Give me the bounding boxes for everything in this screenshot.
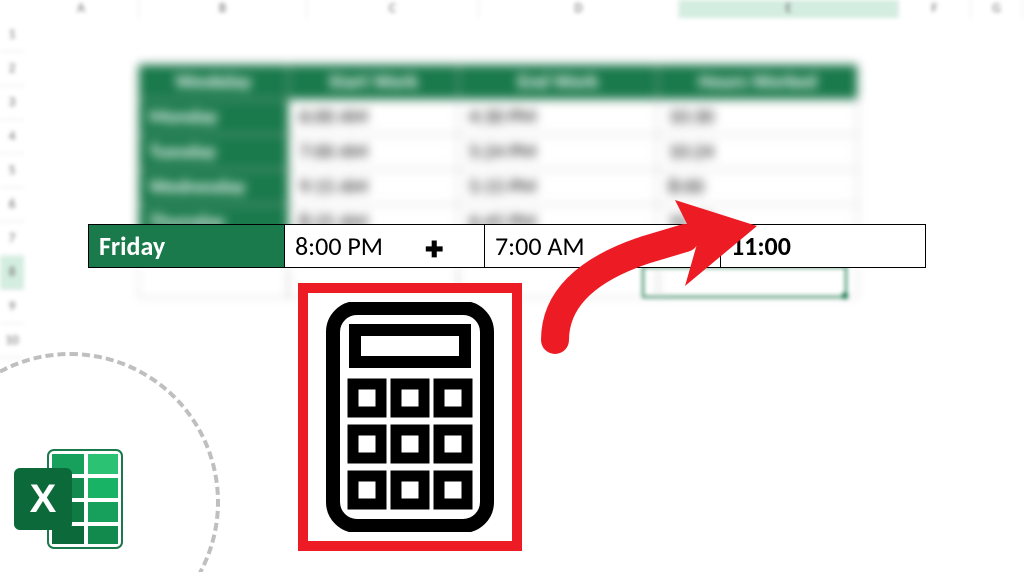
cell-end[interactable]: 5:24 PM <box>458 135 658 170</box>
header-end: End Work <box>458 65 658 100</box>
cell-start-friday-text: 8:00 PM <box>295 230 383 262</box>
arrow-icon <box>525 190 785 370</box>
row-header-9[interactable]: 9 <box>0 290 24 324</box>
table-row[interactable]: Tuesday 7:00 AM 5:24 PM 10:24 <box>139 135 858 170</box>
row-header-column: 1 2 3 4 5 6 7 8 9 10 <box>0 18 24 358</box>
column-header-row: A B C D E F G <box>24 0 1023 18</box>
col-header-a[interactable]: A <box>24 0 139 18</box>
cell-weekday[interactable]: Tuesday <box>139 135 289 170</box>
cell-start-friday[interactable]: 8:00 PM <box>285 225 485 267</box>
row-header-8[interactable]: 8 <box>0 256 24 290</box>
excel-logo-icon: X <box>10 444 130 554</box>
cell-weekday[interactable]: Wednesday <box>139 170 289 205</box>
row-header-1[interactable]: 1 <box>0 18 24 52</box>
header-hours: Hours Worked <box>658 65 858 100</box>
friday-row-focus: Friday 8:00 PM 7:00 AM 11:00 <box>88 224 926 268</box>
cell-start[interactable]: 6:00 AM <box>288 100 458 135</box>
svg-text:X: X <box>30 477 57 521</box>
col-header-g[interactable]: G <box>971 0 1023 18</box>
cell-hours[interactable]: 10:30 <box>658 100 858 135</box>
cell-end[interactable]: 4:30 PM <box>458 100 658 135</box>
calculator-callout <box>298 283 522 551</box>
row-header-7[interactable]: 7 <box>0 222 24 256</box>
row-header-5[interactable]: 5 <box>0 154 24 188</box>
row-header-10[interactable]: 10 <box>0 324 24 358</box>
cell-weekday-friday[interactable]: Friday <box>89 225 285 267</box>
col-header-d[interactable]: D <box>479 0 679 18</box>
header-start: Start Work <box>288 65 458 100</box>
row-header-2[interactable]: 2 <box>0 52 24 86</box>
calculator-icon <box>325 302 495 532</box>
col-header-c[interactable]: C <box>307 0 479 18</box>
row-header-4[interactable]: 4 <box>0 120 24 154</box>
cell-start[interactable]: 9:15 AM <box>288 170 458 205</box>
cell-start[interactable]: 7:00 AM <box>288 135 458 170</box>
col-header-e[interactable]: E <box>679 0 899 18</box>
cell-weekday[interactable]: Monday <box>139 100 289 135</box>
row-header-3[interactable]: 3 <box>0 86 24 120</box>
header-weekday: Weekday <box>139 65 289 100</box>
col-header-b[interactable]: B <box>139 0 307 18</box>
col-header-f[interactable]: F <box>899 0 971 18</box>
cell-hours[interactable]: 10:24 <box>658 135 858 170</box>
table-row[interactable]: Monday 6:00 AM 4:30 PM 10:30 <box>139 100 858 135</box>
excel-plus-cursor-icon <box>425 239 443 261</box>
row-header-6[interactable]: 6 <box>0 188 24 222</box>
